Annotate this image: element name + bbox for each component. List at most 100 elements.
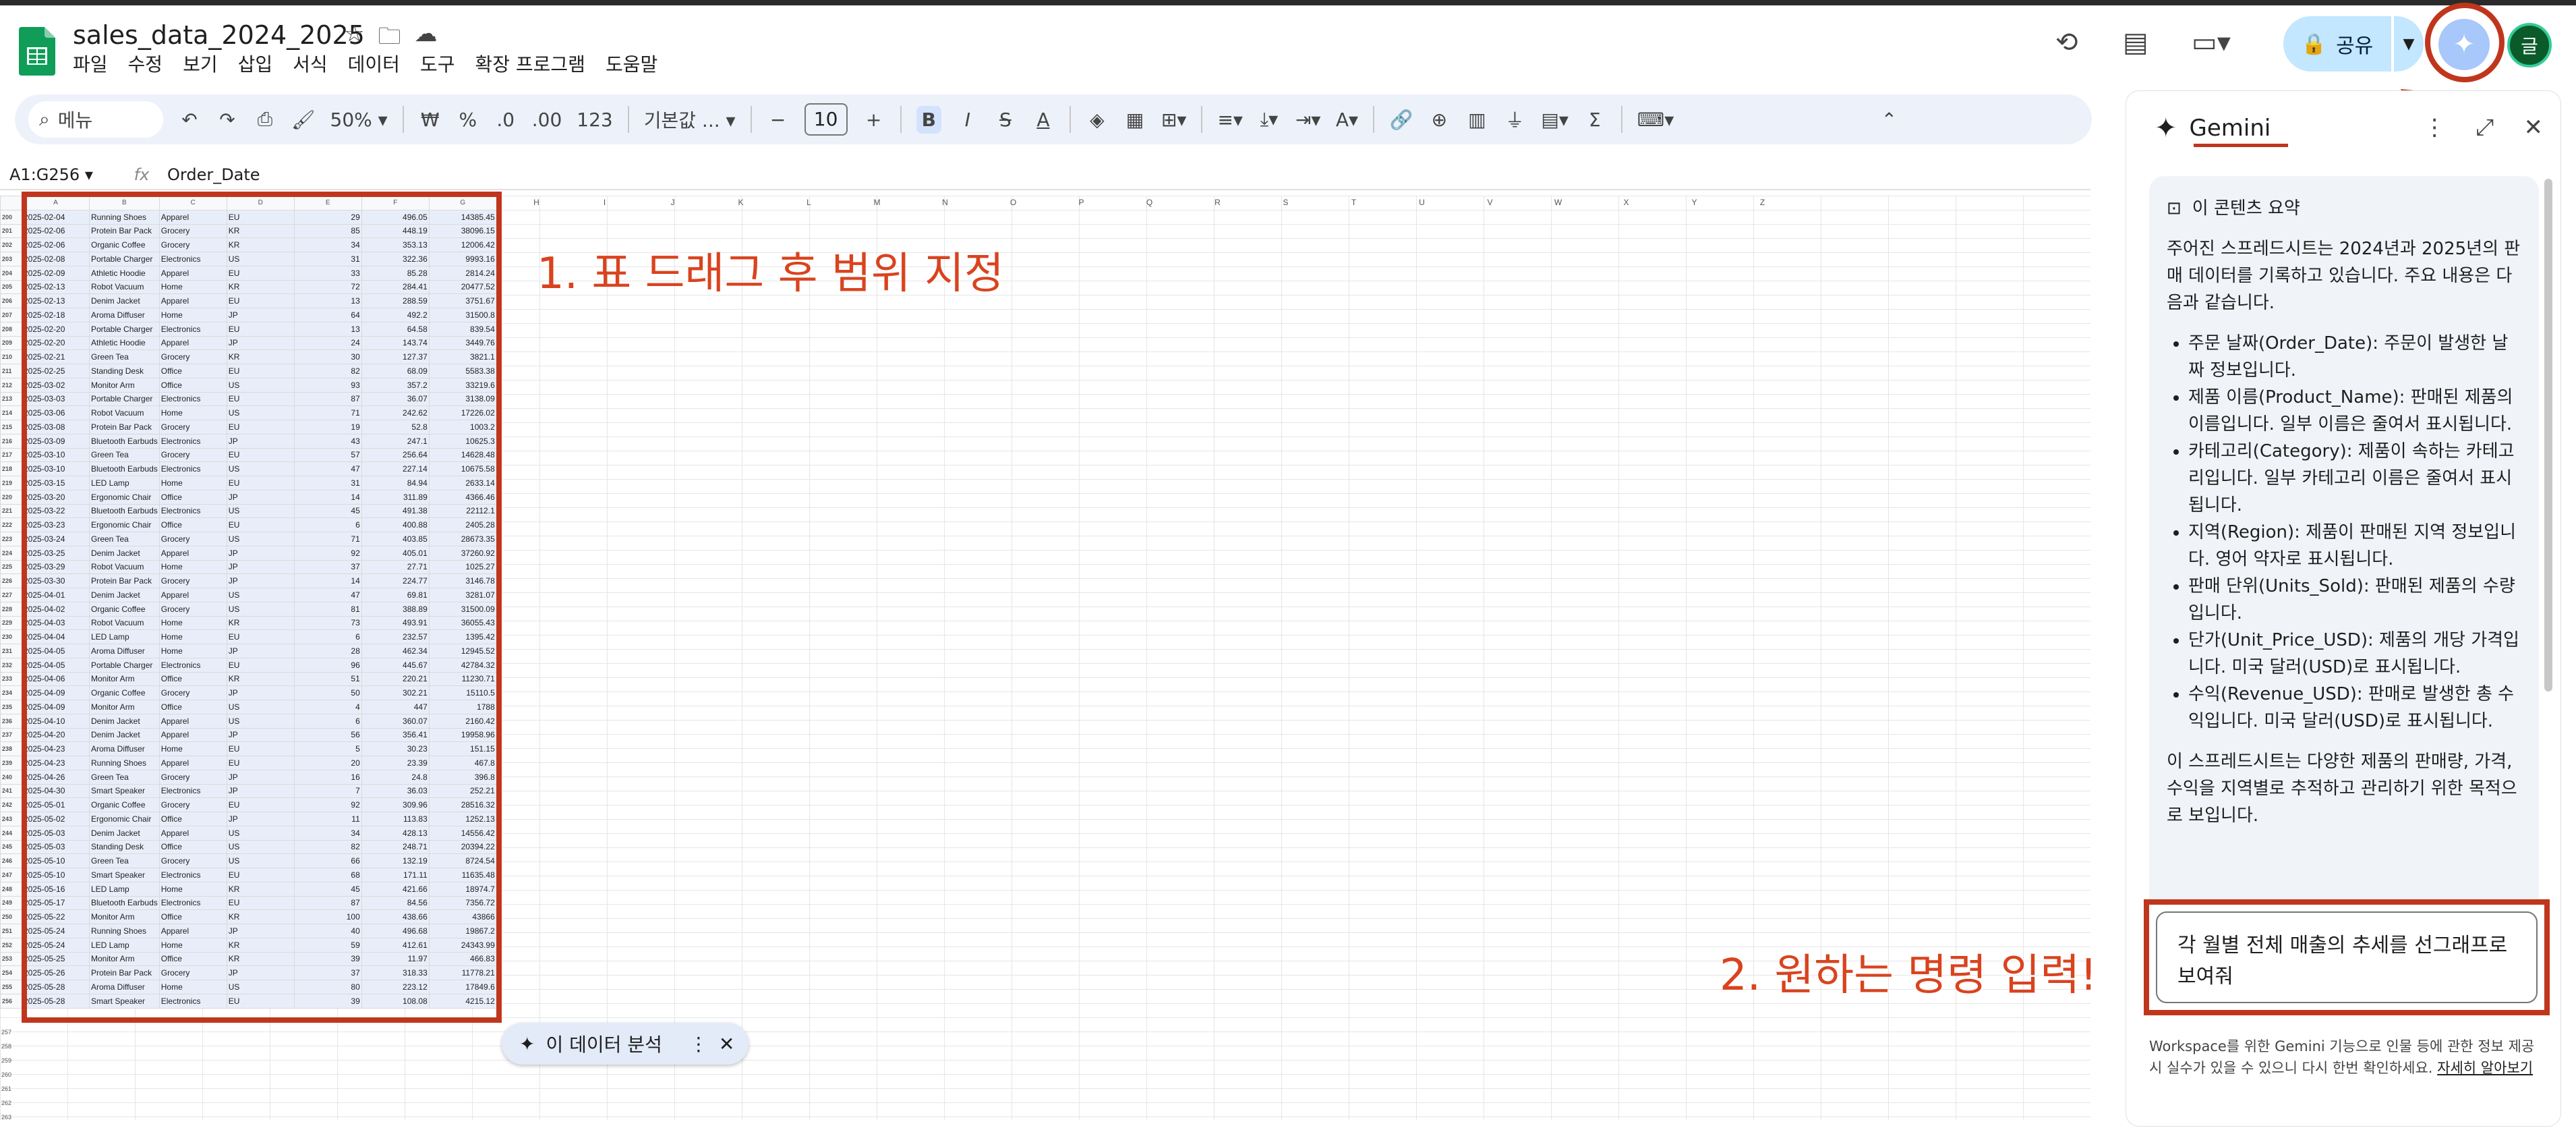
functions-icon[interactable]: Σ: [1583, 109, 1606, 131]
row-number[interactable]: 238: [0, 741, 22, 756]
table-cell[interactable]: 2814.24: [428, 265, 497, 281]
table-cell[interactable]: 2025-03-22: [22, 503, 90, 519]
column-header[interactable]: T: [1320, 196, 1388, 209]
table-cell[interactable]: 4366.46: [428, 489, 497, 505]
table-cell[interactable]: 40: [293, 924, 362, 938]
table-cell[interactable]: 227.14: [361, 461, 430, 476]
menu-insert[interactable]: 삽입: [238, 53, 273, 77]
table-cell[interactable]: 248.71: [361, 839, 430, 855]
row-number[interactable]: 244: [0, 825, 22, 841]
table-cell[interactable]: 43: [293, 433, 362, 449]
table-cell[interactable]: 2025-02-13: [22, 279, 90, 295]
table-cell[interactable]: Apparel: [158, 588, 227, 602]
row-number[interactable]: 229: [0, 615, 22, 631]
table-cell[interactable]: Ergonomic Chair: [89, 812, 160, 826]
table-cell[interactable]: Smart Speaker: [89, 868, 160, 882]
table-cell[interactable]: 311.89: [361, 489, 430, 505]
table-cell[interactable]: Office: [158, 671, 227, 687]
table-cell[interactable]: 30: [293, 349, 362, 364]
table-cell[interactable]: 71: [293, 532, 362, 546]
table-cell[interactable]: Green Tea: [89, 853, 160, 868]
table-cell[interactable]: 2025-05-24: [22, 937, 90, 953]
table-cell[interactable]: 448.19: [361, 223, 430, 239]
table-cell[interactable]: 2025-03-29: [22, 559, 90, 575]
table-cell[interactable]: Apparel: [158, 293, 227, 308]
table-cell[interactable]: 496.05: [361, 209, 430, 225]
collapse-toolbar-icon[interactable]: ⌃: [1877, 109, 1900, 131]
table-cell[interactable]: Portable Charger: [89, 391, 160, 407]
row-number[interactable]: 259: [0, 1054, 11, 1068]
table-cell[interactable]: 445.67: [361, 657, 430, 673]
table-cell[interactable]: EU: [226, 797, 295, 812]
column-header[interactable]: V: [1456, 196, 1524, 209]
row-number[interactable]: 251: [0, 924, 22, 938]
column-header[interactable]: D: [226, 196, 295, 210]
sheets-logo-icon[interactable]: [19, 27, 55, 76]
table-cell[interactable]: 39: [293, 951, 362, 967]
row-number[interactable]: 248: [0, 881, 22, 897]
table-cell[interactable]: Bluetooth Earbuds: [89, 503, 160, 519]
row-number[interactable]: 211: [0, 364, 22, 378]
row-number[interactable]: 210: [0, 349, 22, 364]
table-cell[interactable]: Office: [158, 517, 227, 532]
row-number[interactable]: 208: [0, 321, 22, 337]
table-cell[interactable]: 19: [293, 420, 362, 434]
share-dropdown-button[interactable]: ▼: [2394, 16, 2424, 72]
table-cell[interactable]: EU: [226, 756, 295, 770]
table-cell[interactable]: 20477.52: [428, 279, 497, 295]
row-number[interactable]: 253: [0, 951, 22, 967]
table-cell[interactable]: 71: [293, 405, 362, 420]
table-cell[interactable]: 1788: [428, 700, 497, 714]
table-cell[interactable]: EU: [226, 476, 295, 490]
table-cell[interactable]: Apparel: [158, 756, 227, 770]
table-cell[interactable]: 2025-04-01: [22, 588, 90, 602]
table-cell[interactable]: Grocery: [158, 447, 227, 463]
table-cell[interactable]: JP: [226, 783, 295, 799]
redo-icon[interactable]: ↷: [216, 109, 239, 131]
table-cell[interactable]: JP: [226, 812, 295, 826]
table-cell[interactable]: 56: [293, 727, 362, 743]
table-cell[interactable]: 2025-04-30: [22, 783, 90, 799]
row-number[interactable]: 224: [0, 545, 22, 561]
table-cell[interactable]: Home: [158, 279, 227, 295]
insert-chart-icon[interactable]: ▥: [1465, 109, 1488, 131]
table-cell[interactable]: 22112.1: [428, 503, 497, 519]
row-number[interactable]: 213: [0, 391, 22, 407]
row-number[interactable]: 205: [0, 279, 22, 295]
column-header[interactable]: B: [89, 196, 160, 210]
fill-color-icon[interactable]: ◈: [1086, 109, 1109, 131]
avatar[interactable]: 글: [2507, 23, 2552, 67]
menu-search[interactable]: ⌕ 메뉴: [28, 101, 163, 138]
table-cell[interactable]: Running Shoes: [89, 756, 160, 770]
table-cell[interactable]: 220.21: [361, 671, 430, 687]
table-cell[interactable]: 171.11: [361, 868, 430, 882]
table-cell[interactable]: 57: [293, 447, 362, 463]
table-cell[interactable]: 2025-02-20: [22, 335, 90, 351]
table-cell[interactable]: KR: [226, 349, 295, 364]
table-cell[interactable]: Apparel: [158, 265, 227, 281]
column-header[interactable]: Q: [1115, 196, 1183, 209]
table-cell[interactable]: 84.94: [361, 476, 430, 490]
table-cell[interactable]: 2025-03-10: [22, 461, 90, 476]
table-cell[interactable]: Apparel: [158, 545, 227, 561]
table-cell[interactable]: Grocery: [158, 769, 227, 785]
insert-link-icon[interactable]: 🔗: [1389, 109, 1413, 131]
table-cell[interactable]: 428.13: [361, 825, 430, 841]
analyze-data-chip[interactable]: ✦ 이 데이터 분석 ⋮ ✕: [502, 1023, 749, 1065]
table-cell[interactable]: 3751.67: [428, 293, 497, 308]
table-cell[interactable]: 1395.42: [428, 629, 497, 644]
table-cell[interactable]: Denim Jacket: [89, 713, 160, 729]
row-number[interactable]: 256: [0, 993, 22, 1009]
table-cell[interactable]: 45: [293, 881, 362, 897]
table-cell[interactable]: JP: [226, 489, 295, 505]
table-cell[interactable]: 14: [293, 573, 362, 588]
prompt-input[interactable]: 각 월별 전체 매출의 추세를 선그래프로 보여줘: [2156, 911, 2538, 1003]
table-cell[interactable]: 14628.48: [428, 447, 497, 463]
table-cell[interactable]: Home: [158, 937, 227, 953]
table-cell[interactable]: 493.91: [361, 615, 430, 631]
table-cell[interactable]: 467.8: [428, 756, 497, 770]
table-cell[interactable]: Portable Charger: [89, 657, 160, 673]
table-cell[interactable]: 37: [293, 965, 362, 980]
formula-input[interactable]: Order_Date: [162, 165, 260, 184]
table-cell[interactable]: 51: [293, 671, 362, 687]
